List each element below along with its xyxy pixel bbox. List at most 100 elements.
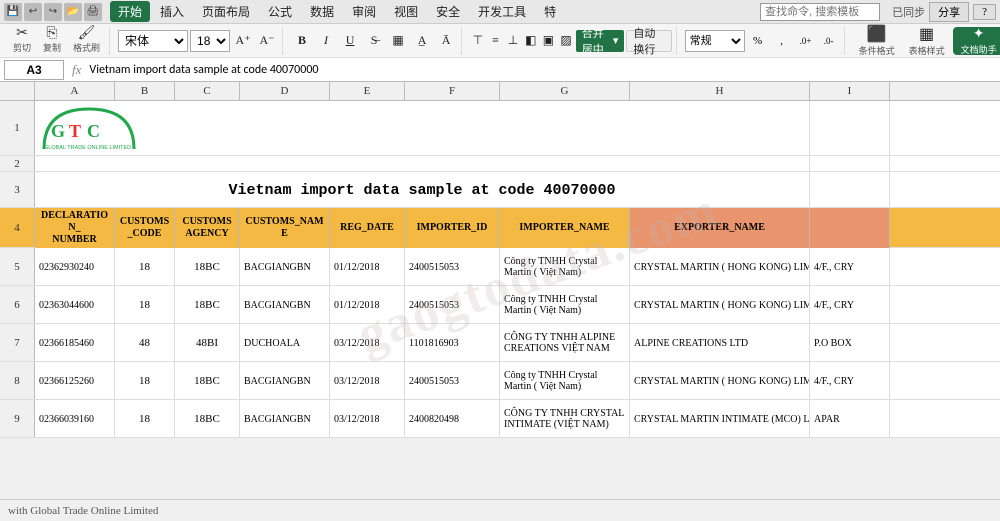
cell-exporter-name-5[interactable]: CRYSTAL MARTIN INTIMATE (MCO) LIMITED	[630, 400, 810, 438]
menu-page-layout[interactable]: 页面布局	[194, 1, 258, 22]
save-icon[interactable]: 💾	[4, 3, 22, 21]
copy-button[interactable]: ⎘ 复制	[38, 25, 66, 56]
cell-reg-date-5[interactable]: 03/12/2018	[330, 400, 405, 438]
table-style-button[interactable]: ▦ 表格样式	[903, 27, 951, 55]
cell-importer-id-1[interactable]: 2400515053	[405, 248, 500, 286]
cell-reg-date-2[interactable]: 01/12/2018	[330, 286, 405, 324]
cell-customs-agency-2[interactable]: 18BC	[175, 286, 240, 324]
cell-importer-id-4[interactable]: 2400515053	[405, 362, 500, 400]
align-right-button[interactable]: ▨	[558, 30, 574, 52]
open-icon[interactable]: 📂	[64, 3, 82, 21]
cell-i1[interactable]	[810, 101, 890, 156]
cell-reg-date-1[interactable]: 01/12/2018	[330, 248, 405, 286]
cell-customs-code-5[interactable]: 18	[115, 400, 175, 438]
font-color-button[interactable]: Ā	[435, 30, 457, 52]
help-button[interactable]: ?	[973, 4, 996, 20]
col-header-c[interactable]: C	[175, 82, 240, 100]
menu-special[interactable]: 特	[536, 1, 564, 22]
align-top-button[interactable]: ⊤	[470, 30, 486, 52]
cell-importer-id-2[interactable]: 2400515053	[405, 286, 500, 324]
cell-customs-name-4[interactable]: BACGIANGBN	[240, 362, 330, 400]
redo-icon[interactable]: ↪	[44, 3, 62, 21]
print-icon[interactable]: 🖨	[84, 3, 102, 21]
cell-importer-id-5[interactable]: 2400820498	[405, 400, 500, 438]
cell-extra-3[interactable]: P.O BOX	[810, 324, 890, 362]
cell-extra-4[interactable]: 4/F., CRY	[810, 362, 890, 400]
col-header-b[interactable]: B	[115, 82, 175, 100]
cell-reference-input[interactable]	[4, 60, 64, 80]
underline-button[interactable]: U	[339, 30, 361, 52]
cell-customs-agency-3[interactable]: 48BI	[175, 324, 240, 362]
cell-exporter-name-2[interactable]: CRYSTAL MARTIN ( HONG KONG) LIMITED	[630, 286, 810, 324]
italic-button[interactable]: I	[315, 30, 337, 52]
menu-insert[interactable]: 插入	[152, 1, 192, 22]
cell-importer-name-4[interactable]: Công ty TNHH Crystal Martin ( Việt Nam)	[500, 362, 630, 400]
cell-i2[interactable]	[810, 156, 890, 171]
cell-importer-name-2[interactable]: Công ty TNHH Crystal Martin ( Việt Nam)	[500, 286, 630, 324]
cell-i3[interactable]	[810, 172, 890, 207]
cell-customs-code-4[interactable]: 18	[115, 362, 175, 400]
format-painter-button[interactable]: 🖌 格式刷	[68, 25, 105, 56]
align-middle-button[interactable]: ≡	[488, 30, 504, 52]
cell-reg-date-3[interactable]: 03/12/2018	[330, 324, 405, 362]
col-header-a[interactable]: A	[35, 82, 115, 100]
cell-customs-agency-1[interactable]: 18BC	[175, 248, 240, 286]
menu-review[interactable]: 审阅	[344, 1, 384, 22]
cell-extra-5[interactable]: APAR	[810, 400, 890, 438]
col-header-d[interactable]: D	[240, 82, 330, 100]
menu-security[interactable]: 安全	[428, 1, 468, 22]
wrap-text-button[interactable]: 自动换行	[626, 30, 671, 52]
bold-button[interactable]: B	[291, 30, 313, 52]
strikethrough-button[interactable]: S̶	[363, 30, 385, 52]
cell-customs-code-1[interactable]: 18	[115, 248, 175, 286]
cell-exporter-name-3[interactable]: ALPINE CREATIONS LTD	[630, 324, 810, 362]
cell-a2[interactable]	[35, 156, 810, 171]
menu-view[interactable]: 视图	[386, 1, 426, 22]
cell-exporter-name-1[interactable]: CRYSTAL MARTIN ( HONG KONG) LIMITED	[630, 248, 810, 286]
title-cell[interactable]: Vietnam import data sample at code 40070…	[35, 172, 810, 208]
col-header-h[interactable]: H	[630, 82, 810, 100]
conditional-format-button[interactable]: ⬛ 条件格式	[853, 27, 901, 55]
cell-declaration-5[interactable]: 02366039160	[35, 400, 115, 438]
cell-exporter-name-4[interactable]: CRYSTAL MARTIN ( HONG KONG) LIMITED	[630, 362, 810, 400]
cell-customs-name-1[interactable]: BACGIANGBN	[240, 248, 330, 286]
col-header-f[interactable]: F	[405, 82, 500, 100]
cell-importer-id-3[interactable]: 1101816903	[405, 324, 500, 362]
col-header-e[interactable]: E	[330, 82, 405, 100]
cell-extra-1[interactable]: 4/F., CRY	[810, 248, 890, 286]
cell-customs-name-2[interactable]: BACGIANGBN	[240, 286, 330, 324]
cell-customs-name-5[interactable]: BACGIANGBN	[240, 400, 330, 438]
menu-developer[interactable]: 开发工具	[470, 1, 534, 22]
cell-customs-code-3[interactable]: 48	[115, 324, 175, 362]
menu-start[interactable]: 开始	[110, 1, 150, 22]
font-size-select[interactable]: 18	[190, 30, 230, 52]
shrink-font-button[interactable]: A⁻	[256, 30, 278, 52]
col-header-g[interactable]: G	[500, 82, 630, 100]
cell-declaration-4[interactable]: 02366125260	[35, 362, 115, 400]
cell-declaration-3[interactable]: 02366185460	[35, 324, 115, 362]
cut-button[interactable]: ✂ 剪切	[8, 25, 36, 56]
cell-importer-name-3[interactable]: CÔNG TY TNHH ALPINE CREATIONS VIỆT NAM	[500, 324, 630, 362]
comma-button[interactable]: ,	[771, 30, 793, 52]
cell-extra-2[interactable]: 4/F., CRY	[810, 286, 890, 324]
cell-declaration-2[interactable]: 02363044600	[35, 286, 115, 324]
search-input[interactable]	[760, 3, 880, 21]
font-name-select[interactable]: 宋体	[118, 30, 188, 52]
col-header-i[interactable]: I	[810, 82, 890, 100]
number-format-select[interactable]: 常规	[685, 30, 745, 52]
fill-color-button[interactable]: A̲	[411, 30, 433, 52]
align-bottom-button[interactable]: ⊥	[505, 30, 521, 52]
doc-assist-button[interactable]: ✦ 文档助手	[953, 27, 1000, 55]
cell-customs-name-3[interactable]: DUCHOALA	[240, 324, 330, 362]
cell-customs-agency-4[interactable]: 18BC	[175, 362, 240, 400]
cell-customs-code-2[interactable]: 18	[115, 286, 175, 324]
merge-center-button[interactable]: 合并居中 ▾	[576, 30, 625, 52]
menu-data[interactable]: 数据	[302, 1, 342, 22]
menu-formula[interactable]: 公式	[260, 1, 300, 22]
align-left-button[interactable]: ◧	[523, 30, 539, 52]
cell-declaration-1[interactable]: 02362930240	[35, 248, 115, 286]
decimal-dec-button[interactable]: .0-	[818, 30, 840, 52]
cell-importer-name-1[interactable]: Công ty TNHH Crystal Martin ( Việt Nam)	[500, 248, 630, 286]
cell-customs-agency-5[interactable]: 18BC	[175, 400, 240, 438]
cell-reg-date-4[interactable]: 03/12/2018	[330, 362, 405, 400]
